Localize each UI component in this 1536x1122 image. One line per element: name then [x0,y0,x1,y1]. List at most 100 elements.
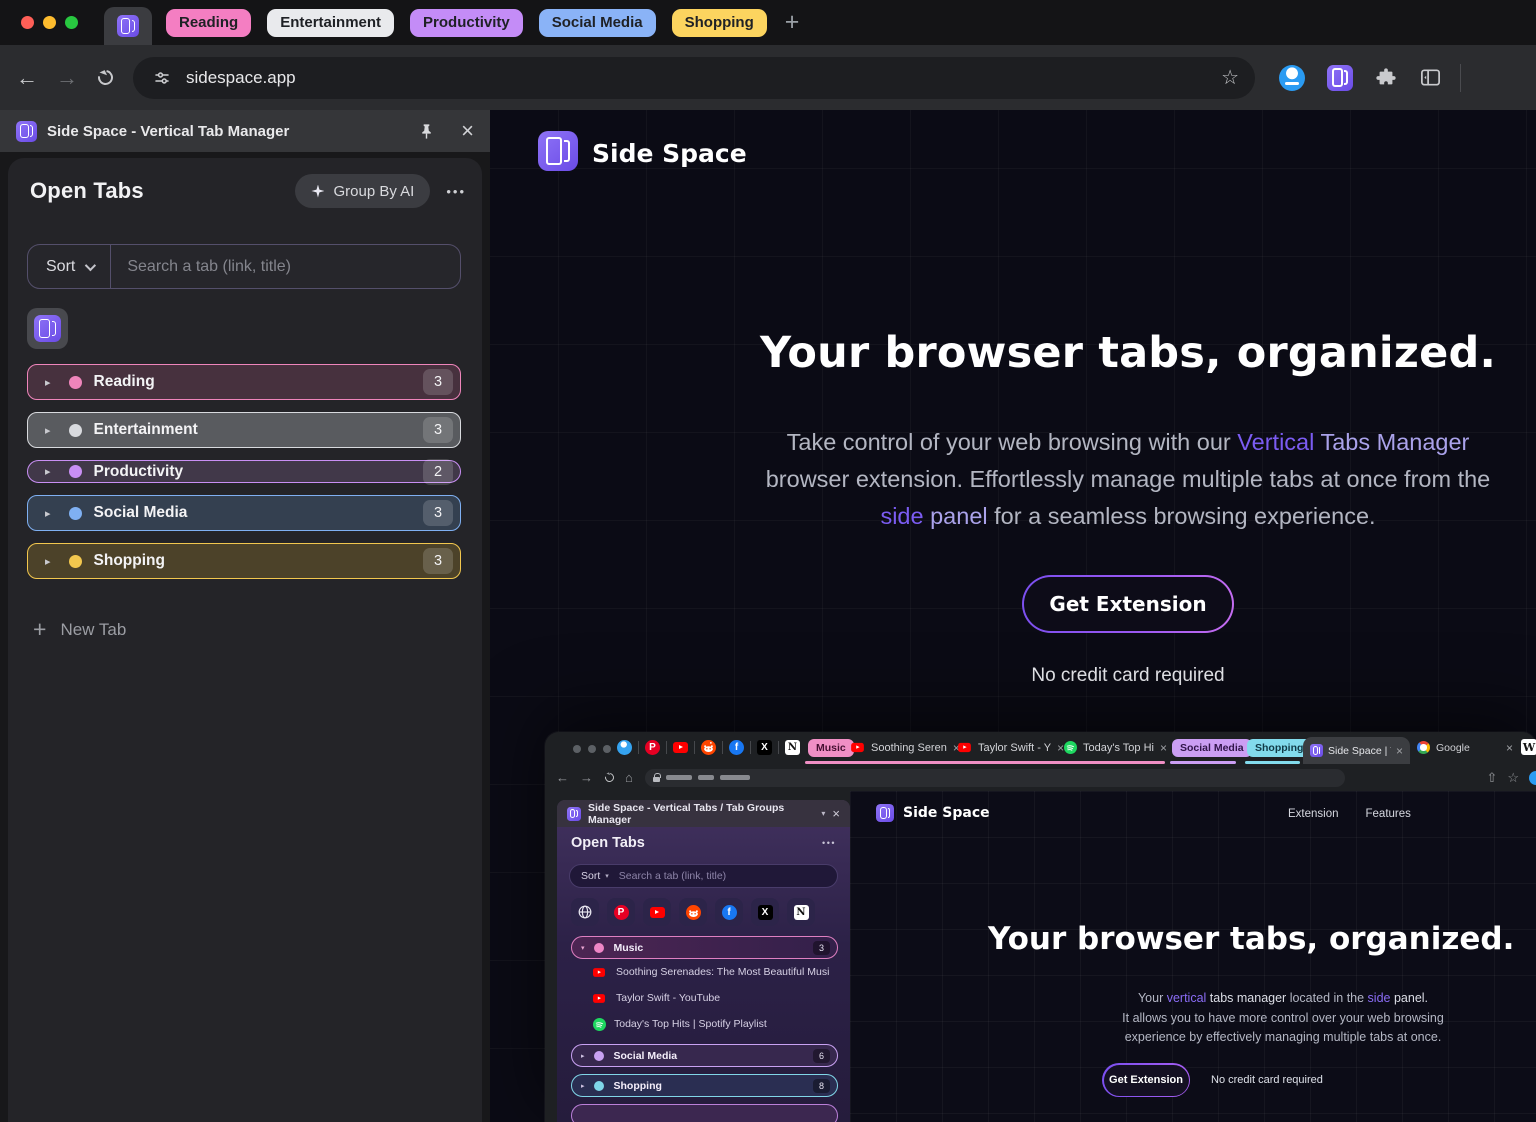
redacted-url [666,775,692,780]
screenshot-website: Side Space Extension Features Your brows… [850,791,1536,1122]
screenshot-tab: Taylor Swift - Y× [957,733,1064,762]
traffic-lights [21,16,78,29]
group-by-ai-label: Group By AI [333,183,414,200]
screenshot-browser-window: P f X N Music Soothing Seren× Taylor Swi… [545,732,1536,1122]
sort-dropdown[interactable]: Sort [46,258,75,276]
group-count-badge: 3 [423,500,453,526]
tab-group-productivity[interactable]: Productivity [410,9,523,37]
group-row-entertainment[interactable]: ▸ Entertainment 3 [27,412,461,448]
tab-group-reading[interactable]: Reading [166,9,251,37]
close-window-button[interactable] [21,16,34,29]
sidespace-panel-icon [16,121,37,142]
screenshot-nav: Extension Features [1288,808,1411,820]
search-input[interactable] [111,258,460,276]
tab-group-shopping[interactable]: Shopping [672,9,767,37]
screenshot-open-tabs-heading: Open Tabs [571,835,645,851]
expand-caret-icon[interactable]: ▸ [45,376,51,389]
expand-caret-icon[interactable]: ▸ [45,465,51,478]
pinterest-icon: P [614,905,629,920]
side-panel-toggle-icon[interactable] [1419,66,1442,89]
search-bar: Sort [27,244,461,289]
sidespace-tab-icon [117,15,139,37]
group-name: Social Media [94,504,188,522]
address-bar[interactable]: sidespace.app ☆ [133,57,1255,99]
group-color-dot [69,507,82,520]
group-row-shopping[interactable]: ▸ Shopping 3 [27,543,461,579]
x-platform-icon: X [757,740,772,755]
group-color-dot [69,424,82,437]
expand-caret-icon[interactable]: ▸ [45,507,51,520]
pin-icon[interactable] [418,123,435,140]
bookmark-star-icon[interactable]: ☆ [1221,65,1239,90]
side-panel-title: Side Space - Vertical Tab Manager [47,123,289,140]
hero-heading: Your browser tabs, organized. [628,328,1536,378]
more-options-icon[interactable]: ••• [446,184,466,199]
group-name: Entertainment [94,421,198,439]
nav-features: Features [1366,808,1411,820]
browser-toolbar: ← → sidespace.app ☆ [0,45,1536,110]
screenshot-toolbar: ←→ ⌂ ⇧ ☆ [545,764,1536,791]
screenshot-search-input [609,870,837,882]
screenshot-no-credit-note: No credit card required [1211,1074,1323,1086]
share-icon: ⇧ [1486,770,1497,786]
hero-paragraph-line: Take control of your web browsing with o… [628,424,1536,461]
screenshot-search-bar: Sort▾ [569,864,838,888]
screenshot-active-tab: Side Space | Yo× [1303,737,1410,764]
screenshot-address-bar [645,769,1345,787]
sidespace-extension-icon[interactable] [1327,65,1353,91]
group-row-productivity[interactable]: ▸ Productivity 2 [27,460,461,483]
screenshot-group-shopping: ▸ Shopping 8 [571,1074,838,1097]
maximize-window-button[interactable] [65,16,78,29]
highlight-side: side [880,503,923,529]
hero-paragraph-line: side panel for a seamless browsing exper… [628,498,1536,535]
group-by-ai-button[interactable]: Group By AI [295,174,430,208]
active-browser-tab[interactable] [104,7,152,45]
tab-group-social-media[interactable]: Social Media [539,9,656,37]
screenshot-hero-heading: Your browser tabs, organized. [988,921,1536,957]
reload-icon[interactable] [95,67,116,88]
reddit-icon [686,905,701,920]
youtube-icon [650,907,665,918]
extension-avatar-icon[interactable] [1279,65,1305,91]
back-icon[interactable]: ← [16,67,38,89]
minimize-window-button[interactable] [43,16,56,29]
globe-icon [578,905,592,919]
forward-icon[interactable]: → [56,67,78,89]
more-options-icon: ••• [822,838,836,848]
new-tab-button[interactable]: + New Tab [33,618,126,641]
tab-strip: Reading Entertainment Productivity Socia… [0,0,1536,45]
extensions-puzzle-icon[interactable] [1375,67,1397,89]
facebook-icon: f [722,905,737,920]
screenshot-social-group-pill: Social Media [1172,739,1252,757]
screenshot-panel-title: Side Space - Vertical Tabs / Tab Groups … [588,802,810,826]
screenshot-shopping-group-pill: Shopping [1247,739,1311,757]
group-color-dot [69,376,82,389]
lock-icon [653,777,660,782]
screenshot-favicon-row: P f X N [571,898,838,926]
group-row-social-media[interactable]: ▸ Social Media 3 [27,495,461,531]
spotify-icon [1064,741,1077,754]
group-row-reading[interactable]: ▸ Reading 3 [27,364,461,400]
get-extension-button-border: Get Extension [1022,575,1234,633]
get-extension-button[interactable]: Get Extension [1024,577,1232,631]
site-settings-icon[interactable] [153,69,171,87]
plus-icon: + [33,618,46,641]
screenshot-tab-item: Soothing Serenades: The Most Beautiful M… [571,959,838,985]
expand-caret-icon[interactable]: ▸ [45,555,51,568]
group-count-badge: 3 [423,548,453,574]
new-tab-icon[interactable]: + [785,10,800,35]
notion-icon: N [794,905,809,920]
expand-caret-icon[interactable]: ▸ [45,424,51,437]
google-icon [1417,741,1430,754]
tab-group-entertainment[interactable]: Entertainment [267,9,394,37]
side-panel-header: Side Space - Vertical Tab Manager × [0,110,490,152]
screenshot-tab-item: Taylor Swift - YouTube [571,985,838,1011]
group-name: Reading [94,373,155,391]
hero-paragraph-line: browser extension. Effortlessly manage m… [628,461,1536,498]
screenshot-tab: Soothing Seren× [850,733,960,762]
bookmark-star-icon: ☆ [1507,770,1519,786]
close-panel-icon[interactable]: × [461,120,474,142]
screenshot-group-music: ▾ Music 3 [571,936,838,959]
active-tab-favicon-button[interactable] [27,308,68,349]
no-credit-card-note: No credit card required [628,665,1536,687]
